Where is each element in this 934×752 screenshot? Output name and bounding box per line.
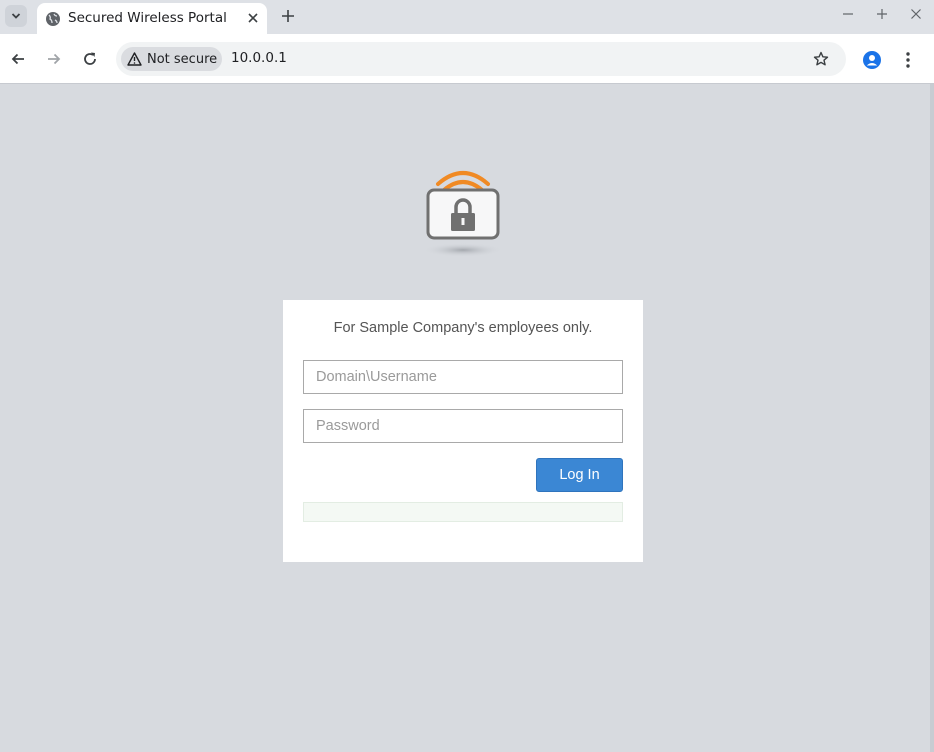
back-arrow-icon[interactable] [10,51,26,67]
url-text[interactable]: 10.0.0.1 [231,50,287,66]
notice-text: For Sample Company's employees only. [333,320,593,336]
wifi-lock-logo-icon [423,171,503,257]
maximize-icon[interactable] [876,8,888,20]
kebab-menu-icon[interactable] [905,51,911,69]
status-message-area [303,502,623,522]
address-bar[interactable]: Not secure 10.0.0.1 [116,42,846,76]
page-content: For Sample Company's employees only. Log… [0,84,930,752]
login-button[interactable]: Log In [536,458,623,492]
close-icon[interactable] [247,12,259,24]
window-close-icon[interactable] [910,8,922,20]
reload-icon[interactable] [82,51,98,67]
warning-icon [127,52,142,66]
globe-icon [46,12,60,26]
browser-toolbar: Not secure 10.0.0.1 [0,34,934,84]
username-input[interactable] [303,360,623,394]
forward-arrow-icon[interactable] [46,51,62,67]
bookmark-star-icon[interactable] [813,51,829,67]
password-input[interactable] [303,409,623,443]
chevron-down-icon [11,13,21,19]
tab-strip: Secured Wireless Portal [0,0,934,34]
minimize-icon[interactable] [842,8,854,20]
profile-icon[interactable] [863,51,881,69]
login-card: For Sample Company's employees only. Log… [283,300,643,562]
tab-search-button[interactable] [5,5,27,27]
window-edge [930,84,934,752]
new-tab-icon[interactable] [280,8,296,24]
security-label: Not secure [147,51,218,67]
security-chip[interactable]: Not secure [121,47,222,71]
tab-title: Secured Wireless Portal [68,10,227,26]
browser-tab[interactable]: Secured Wireless Portal [37,3,267,34]
